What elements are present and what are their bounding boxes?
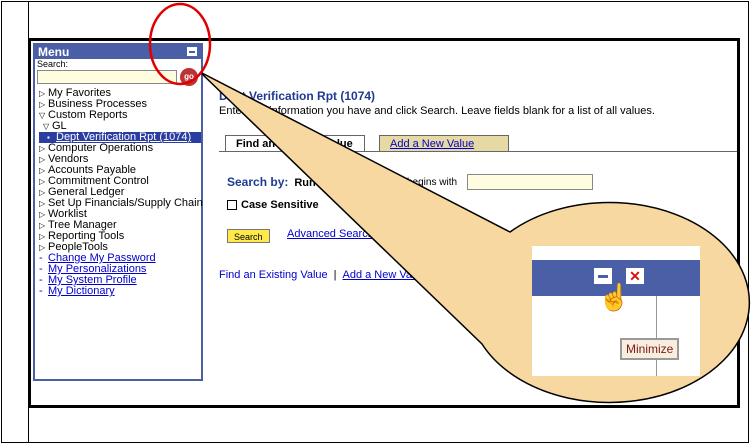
triangle-right-icon: ▷ xyxy=(39,210,46,219)
zoom-inset: ✕ ☝ Minimize xyxy=(532,246,700,376)
add-new-link[interactable]: Add a New Value xyxy=(343,269,427,281)
menu-item-label: My Dictionary xyxy=(48,285,115,297)
advanced-search-link[interactable]: Advanced Search xyxy=(287,228,374,240)
go-button[interactable]: go xyxy=(180,68,198,86)
hand-cursor-icon: ☝ xyxy=(598,282,631,312)
search-operator[interactable]: begins with xyxy=(407,177,457,188)
menu-header: Menu xyxy=(35,45,201,59)
menu-search-input[interactable] xyxy=(37,70,177,84)
triangle-right-icon: ▷ xyxy=(39,155,46,164)
triangle-right-icon: ▷ xyxy=(39,199,46,208)
tab-underline xyxy=(219,151,737,152)
menu-search-label: Search: xyxy=(37,59,69,69)
find-existing-link[interactable]: Find an Existing Value xyxy=(219,269,328,281)
tab-find-existing[interactable]: Find an Existing Value xyxy=(225,135,365,151)
triangle-down-icon: ▽ xyxy=(39,111,46,120)
case-sensitive-label: Case Sensitive xyxy=(241,199,319,211)
menu-search-row: go xyxy=(35,68,201,88)
menu-panel: Menu Search: go ▷ My Favorites ▷ Business P… xyxy=(33,43,203,381)
main-content: Dept Verification Rpt (1074) Enter any i… xyxy=(219,89,737,281)
case-sensitive-row[interactable]: Case Sensitive xyxy=(227,199,319,211)
page-title: Dept Verification Rpt (1074) xyxy=(219,89,376,103)
triangle-right-icon: ▷ xyxy=(39,177,46,186)
search-by-field: Run Control ID xyxy=(294,177,372,189)
triangle-down-icon: ▽ xyxy=(43,122,50,131)
minimize-icon[interactable] xyxy=(187,47,197,56)
minimize-tooltip: Minimize xyxy=(620,338,680,360)
menu-link[interactable]: - My Dictionary xyxy=(35,286,201,297)
search-value-input[interactable] xyxy=(467,174,593,190)
menu-items: ▷ My Favorites ▷ Business Processes ▽ Custom … xyxy=(35,88,203,297)
tab-add-new[interactable]: Add a New Value xyxy=(379,135,509,151)
triangle-right-icon: ▷ xyxy=(39,89,46,98)
search-by-row: Search by: Run Control ID xyxy=(227,175,372,189)
triangle-right-icon: ▷ xyxy=(39,144,46,153)
triangle-right-icon: ▷ xyxy=(39,221,46,230)
search-button[interactable]: Search xyxy=(227,229,270,243)
bottom-links: Find an Existing Value | Add a New Value xyxy=(219,269,427,281)
link-separator: | xyxy=(333,269,337,281)
triangle-right-icon: ▷ xyxy=(39,100,46,109)
triangle-right-icon: ▷ xyxy=(39,188,46,197)
search-by-label: Search by: xyxy=(227,175,289,189)
triangle-right-icon: ▷ xyxy=(39,166,46,175)
zoom-panel xyxy=(656,296,700,376)
triangle-right-icon: ▷ xyxy=(39,232,46,241)
dash-icon: - xyxy=(39,285,43,297)
case-sensitive-checkbox[interactable] xyxy=(227,200,237,211)
instructions: Enter any information you have and click… xyxy=(219,105,655,117)
tab-bar: Find an Existing Value Add a New Value xyxy=(219,135,737,153)
menu-title: Menu xyxy=(38,45,70,59)
